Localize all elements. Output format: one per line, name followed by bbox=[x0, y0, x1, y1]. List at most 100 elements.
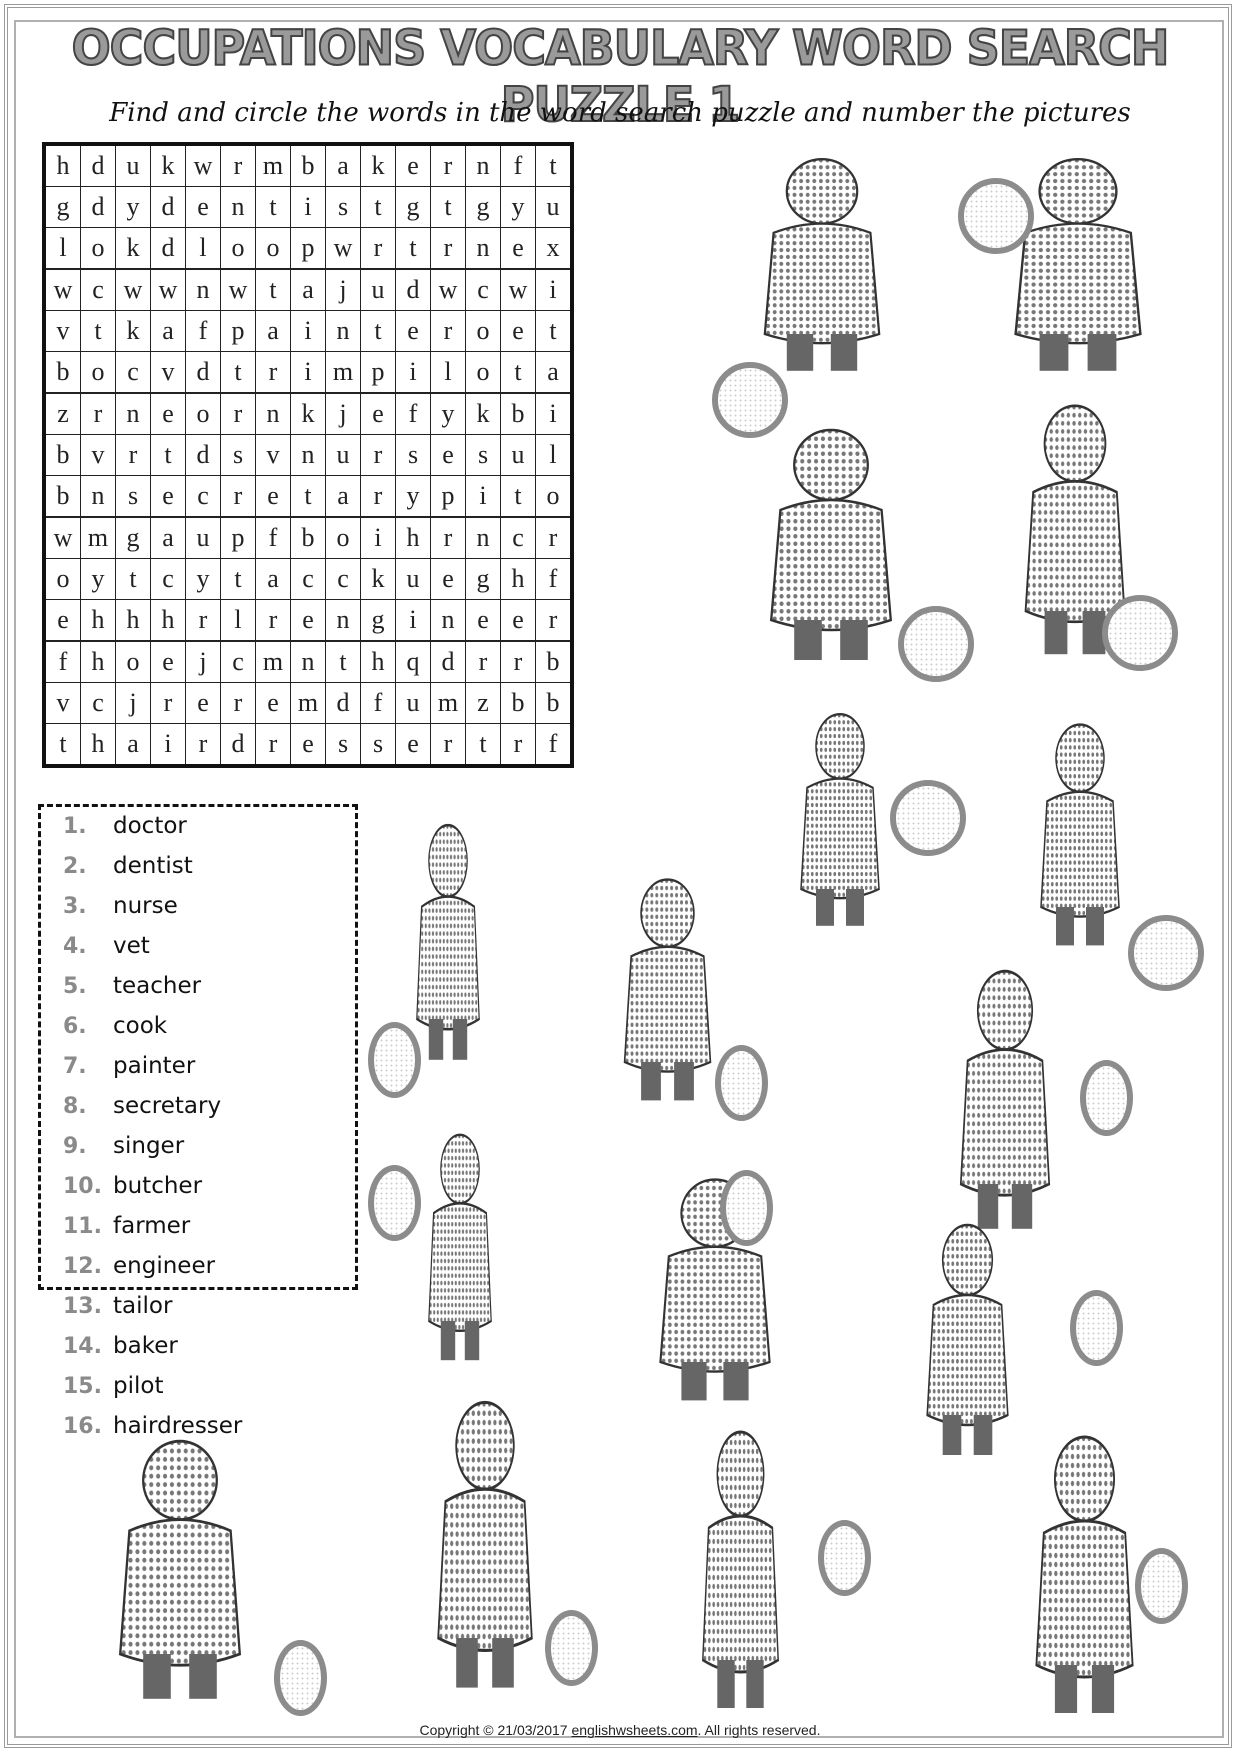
grid-cell[interactable]: l bbox=[535, 434, 573, 476]
grid-cell[interactable]: g bbox=[43, 186, 81, 228]
grid-cell[interactable]: w bbox=[325, 227, 361, 270]
grid-cell[interactable]: r bbox=[500, 640, 536, 683]
grid-cell[interactable]: e bbox=[395, 310, 431, 352]
grid-cell[interactable]: k bbox=[290, 392, 326, 435]
grid-cell[interactable]: d bbox=[325, 682, 361, 724]
grid-cell[interactable]: k bbox=[115, 310, 151, 352]
grid-cell[interactable]: t bbox=[535, 310, 573, 352]
grid-cell[interactable]: r bbox=[360, 227, 396, 270]
grid-cell[interactable]: e bbox=[255, 475, 291, 518]
grid-cell[interactable]: c bbox=[465, 268, 501, 311]
grid-cell[interactable]: c bbox=[150, 558, 186, 600]
grid-cell[interactable]: r bbox=[150, 682, 186, 724]
grid-cell[interactable]: g bbox=[465, 558, 501, 600]
grid-cell[interactable]: e bbox=[360, 392, 396, 435]
answer-circle-engineer[interactable] bbox=[1070, 1290, 1124, 1366]
grid-cell[interactable]: f bbox=[185, 310, 221, 352]
grid-cell[interactable]: y bbox=[80, 558, 116, 600]
grid-cell[interactable]: c bbox=[325, 558, 361, 600]
grid-cell[interactable]: w bbox=[150, 268, 186, 311]
answer-circle-cook[interactable] bbox=[368, 1022, 422, 1098]
grid-cell[interactable]: e bbox=[290, 723, 326, 767]
grid-cell[interactable]: k bbox=[465, 392, 501, 435]
grid-cell[interactable]: w bbox=[185, 143, 221, 187]
grid-cell[interactable]: h bbox=[80, 640, 116, 683]
grid-cell[interactable]: l bbox=[43, 227, 81, 270]
answer-circle-vet[interactable] bbox=[274, 1640, 328, 1716]
grid-cell[interactable]: o bbox=[115, 640, 151, 683]
grid-cell[interactable]: x bbox=[535, 227, 573, 270]
grid-cell[interactable]: d bbox=[185, 434, 221, 476]
grid-cell[interactable]: s bbox=[325, 723, 361, 767]
grid-cell[interactable]: s bbox=[360, 723, 396, 767]
grid-cell[interactable]: h bbox=[80, 599, 116, 642]
grid-cell[interactable]: e bbox=[43, 599, 81, 642]
grid-cell[interactable]: y bbox=[430, 392, 466, 435]
grid-cell[interactable]: j bbox=[185, 640, 221, 683]
grid-cell[interactable]: e bbox=[150, 475, 186, 518]
grid-cell[interactable]: i bbox=[290, 310, 326, 352]
grid-cell[interactable]: m bbox=[255, 640, 291, 683]
grid-cell[interactable]: r bbox=[430, 143, 466, 187]
grid-cell[interactable]: e bbox=[500, 310, 536, 352]
grid-cell[interactable]: j bbox=[115, 682, 151, 724]
grid-cell[interactable]: e bbox=[465, 599, 501, 642]
grid-cell[interactable]: c bbox=[80, 682, 116, 724]
grid-cell[interactable]: o bbox=[255, 227, 291, 270]
grid-cell[interactable]: m bbox=[255, 143, 291, 187]
grid-cell[interactable]: i bbox=[290, 351, 326, 394]
grid-cell[interactable]: h bbox=[80, 723, 116, 767]
grid-cell[interactable]: j bbox=[325, 392, 361, 435]
grid-cell[interactable]: i bbox=[290, 186, 326, 228]
answer-circle-dentist[interactable] bbox=[818, 1520, 872, 1596]
grid-cell[interactable]: a bbox=[255, 558, 291, 600]
grid-cell[interactable]: c bbox=[500, 516, 536, 559]
grid-cell[interactable]: b bbox=[500, 392, 536, 435]
grid-cell[interactable]: t bbox=[115, 558, 151, 600]
grid-cell[interactable]: a bbox=[325, 143, 361, 187]
grid-cell[interactable]: n bbox=[465, 143, 501, 187]
grid-cell[interactable]: l bbox=[430, 351, 466, 394]
grid-cell[interactable]: f bbox=[43, 640, 81, 683]
grid-cell[interactable]: n bbox=[80, 475, 116, 518]
grid-cell[interactable]: r bbox=[360, 475, 396, 518]
grid-cell[interactable]: e bbox=[290, 599, 326, 642]
grid-cell[interactable]: r bbox=[255, 599, 291, 642]
grid-cell[interactable]: k bbox=[360, 143, 396, 187]
grid-cell[interactable]: y bbox=[185, 558, 221, 600]
grid-cell[interactable]: t bbox=[325, 640, 361, 683]
grid-cell[interactable]: n bbox=[430, 599, 466, 642]
grid-cell[interactable]: g bbox=[360, 599, 396, 642]
grid-cell[interactable]: t bbox=[80, 310, 116, 352]
grid-cell[interactable]: n bbox=[325, 599, 361, 642]
grid-cell[interactable]: v bbox=[150, 351, 186, 394]
grid-cell[interactable]: c bbox=[185, 475, 221, 518]
grid-cell[interactable]: c bbox=[115, 351, 151, 394]
grid-cell[interactable]: m bbox=[430, 682, 466, 724]
grid-cell[interactable]: f bbox=[255, 516, 291, 559]
grid-cell[interactable]: s bbox=[325, 186, 361, 228]
grid-cell[interactable]: h bbox=[395, 516, 431, 559]
grid-cell[interactable]: h bbox=[150, 599, 186, 642]
grid-cell[interactable]: r bbox=[80, 392, 116, 435]
grid-cell[interactable]: r bbox=[535, 599, 573, 642]
grid-cell[interactable]: b bbox=[290, 516, 326, 559]
grid-cell[interactable]: t bbox=[150, 434, 186, 476]
answer-circle-butcher[interactable] bbox=[958, 178, 1034, 254]
grid-cell[interactable]: r bbox=[220, 475, 256, 518]
grid-cell[interactable]: d bbox=[150, 186, 186, 228]
grid-cell[interactable]: b bbox=[535, 682, 573, 724]
grid-cell[interactable]: g bbox=[395, 186, 431, 228]
grid-cell[interactable]: r bbox=[430, 310, 466, 352]
grid-cell[interactable]: a bbox=[115, 723, 151, 767]
grid-cell[interactable]: u bbox=[395, 682, 431, 724]
grid-cell[interactable]: c bbox=[80, 268, 116, 311]
grid-cell[interactable]: w bbox=[43, 516, 81, 559]
site-link[interactable]: englishwsheets.com bbox=[571, 1722, 697, 1738]
grid-cell[interactable]: r bbox=[220, 143, 256, 187]
grid-cell[interactable]: i bbox=[150, 723, 186, 767]
grid-cell[interactable]: a bbox=[290, 268, 326, 311]
grid-cell[interactable]: r bbox=[255, 351, 291, 394]
grid-cell[interactable]: r bbox=[535, 516, 573, 559]
grid-cell[interactable]: v bbox=[43, 682, 81, 724]
